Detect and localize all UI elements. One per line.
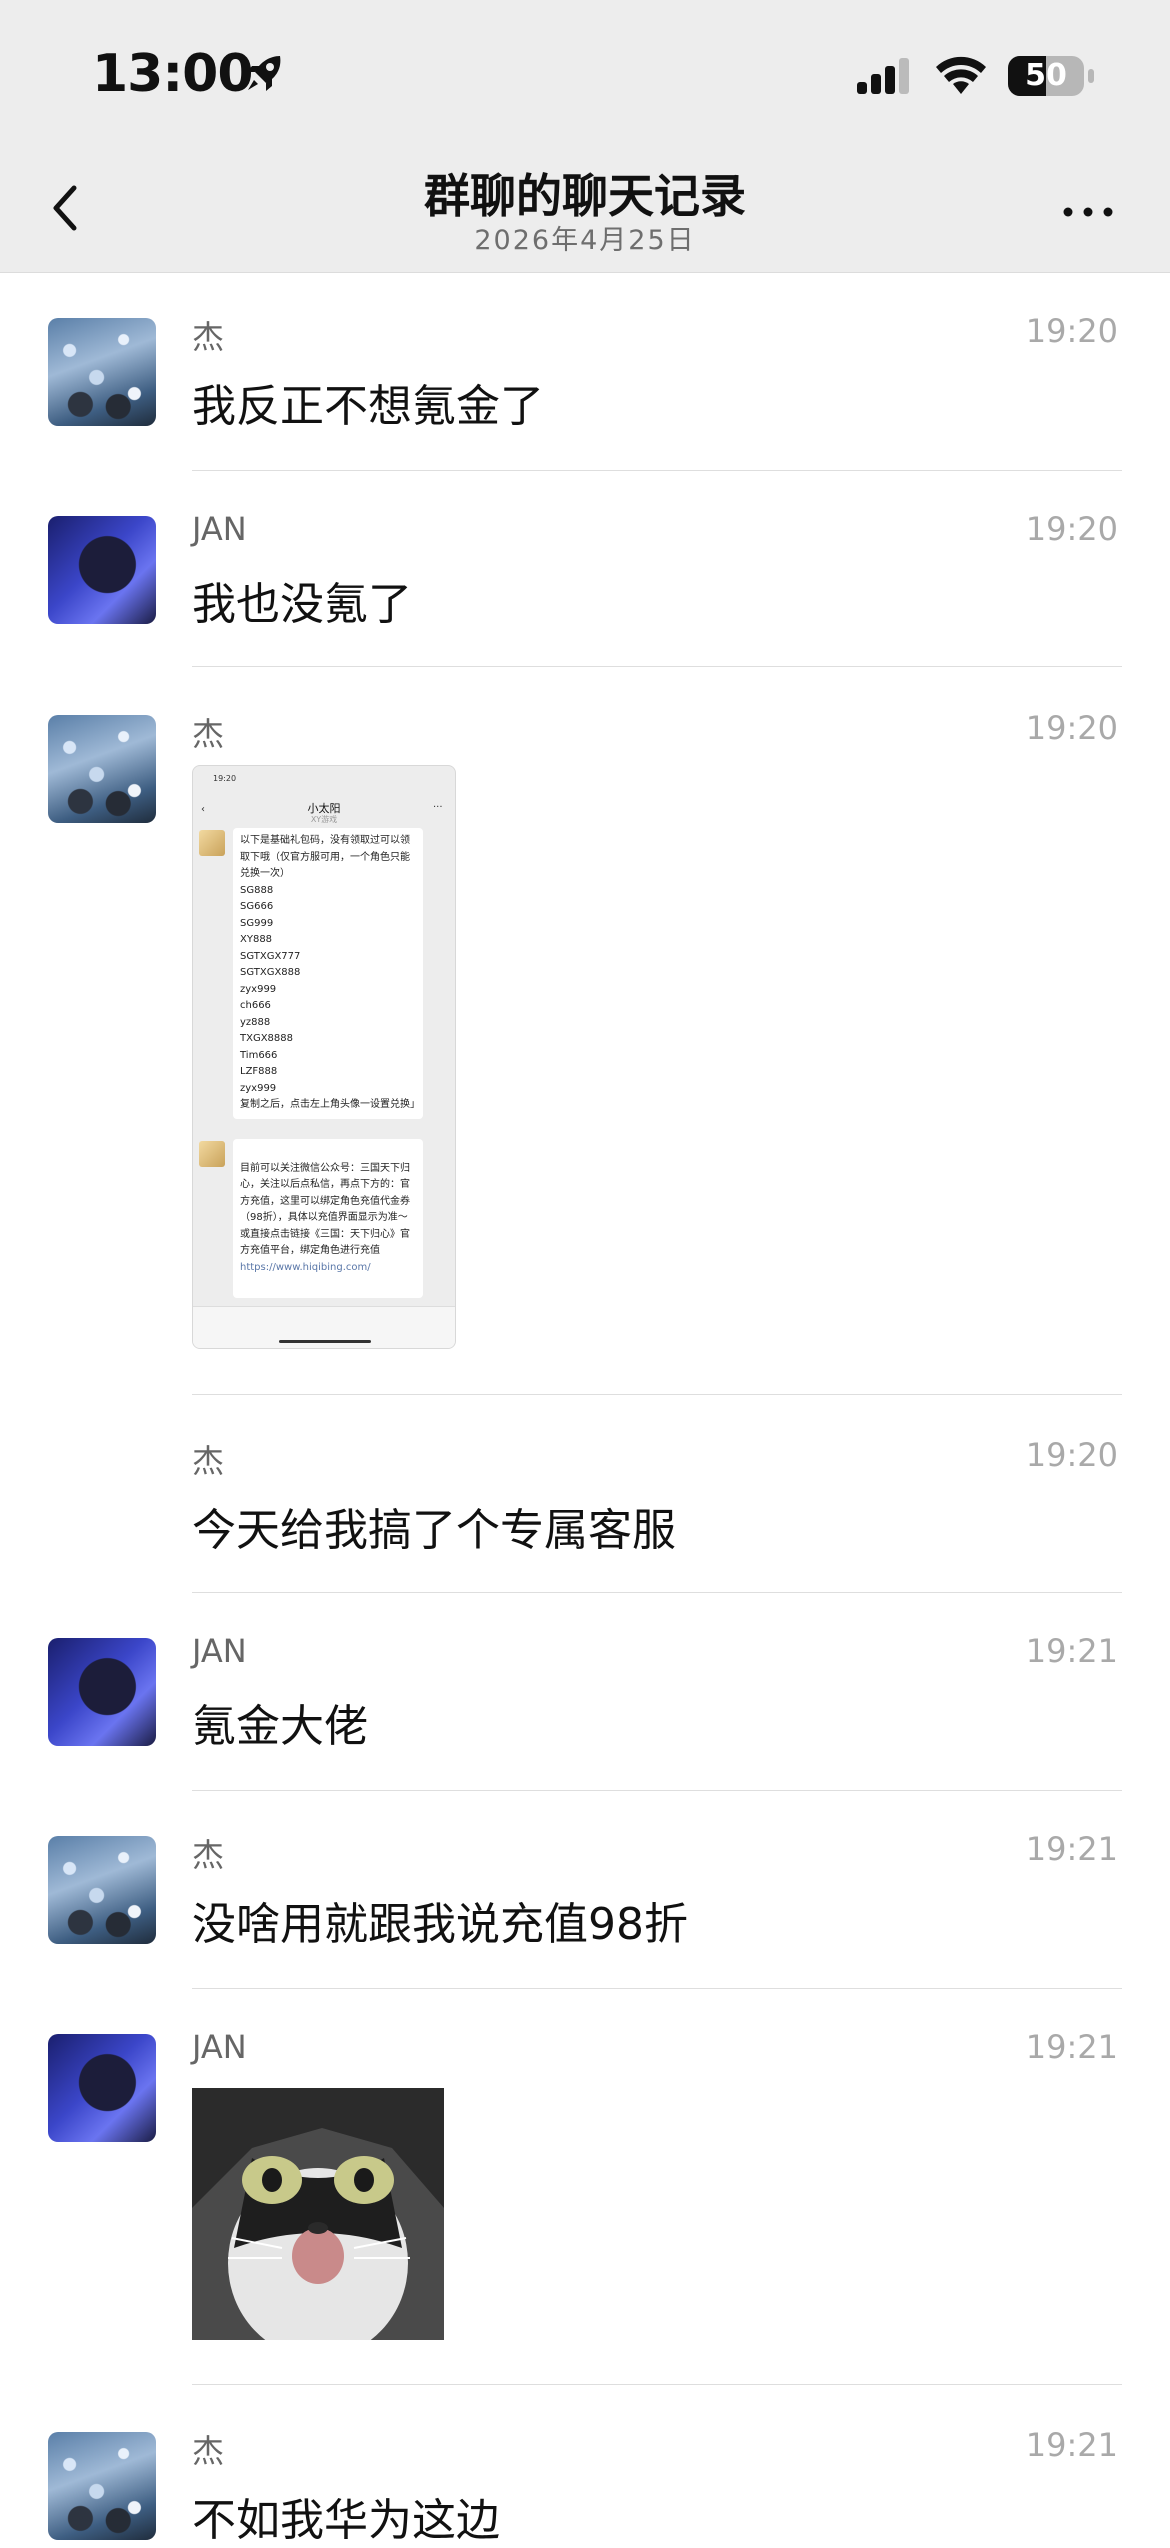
avatar[interactable] (48, 715, 156, 823)
screenshot-bubble: 目前可以关注微信公众号：三国天下归心，关注以后点私信，再点下方的：官方充值，这里… (233, 1139, 423, 1298)
message-time: 19:21 (1025, 1830, 1118, 1868)
chat-date: 2026年4月25日 (474, 225, 696, 256)
message-time: 19:20 (1025, 1436, 1118, 1474)
screenshot-status-bar: 19:20 (213, 774, 237, 783)
divider (192, 2384, 1122, 2385)
screenshot-image[interactable]: 19:20 ‹ 小太阳 XY游戏 ··· 以下是基础礼包码，没有领取过可以领取下… (192, 765, 456, 1349)
divider (192, 1988, 1122, 1989)
screenshot-link: https://www.hiqibing.com/ (240, 1261, 371, 1273)
rocket-icon (247, 56, 281, 91)
divider (192, 1790, 1122, 1791)
divider (192, 1394, 1122, 1395)
message-time: 19:21 (1025, 2028, 1118, 2066)
message-time: 19:21 (1025, 1632, 1118, 1670)
message-text: 氪金大佬 (192, 1701, 368, 1752)
sender-name: 杰 (192, 2432, 225, 2470)
avatar[interactable] (48, 1638, 156, 1746)
divider (192, 470, 1122, 471)
message-text: 没啥用就跟我说充值98折 (192, 1899, 688, 1950)
battery-level: 50 (1025, 58, 1067, 93)
message-text: 不如我华为这边 (192, 2495, 500, 2546)
sender-name: 杰 (192, 318, 225, 356)
more-options-button[interactable] (1058, 202, 1118, 222)
sender-name: 杰 (192, 715, 225, 753)
cat-sticker-image[interactable] (192, 2088, 444, 2340)
avatar[interactable] (48, 318, 156, 426)
avatar[interactable] (48, 1836, 156, 1944)
sender-name: JAN (192, 510, 247, 548)
screenshot-avatar (199, 1141, 225, 1167)
sender-name: JAN (192, 1632, 247, 1670)
message-time: 19:20 (1025, 709, 1118, 747)
message-time: 19:20 (1025, 510, 1118, 548)
message-text: 我也没氪了 (192, 579, 412, 630)
message-text: 今天给我搞了个专属客服 (192, 1505, 676, 1556)
screenshot-subtitle: XY游戏 (310, 815, 338, 824)
signal-icon (857, 58, 909, 94)
cat-face-icon (192, 2088, 444, 2340)
screenshot-home-indicator (279, 1340, 371, 1343)
avatar[interactable] (48, 516, 156, 624)
wifi-icon (936, 56, 986, 94)
message-time: 19:20 (1025, 312, 1118, 350)
avatar[interactable] (48, 2034, 156, 2142)
sender-name: 杰 (192, 1442, 225, 1480)
sender-name: 杰 (192, 1836, 225, 1874)
screenshot-more-icon: ··· (433, 802, 443, 813)
page-title: 群聊的聊天记录 (424, 169, 746, 223)
divider (192, 1592, 1122, 1593)
avatar[interactable] (48, 2432, 156, 2540)
message-time: 19:21 (1025, 2426, 1118, 2464)
message-text: 我反正不想氪金了 (192, 381, 544, 432)
status-bar: 13:00 50 (0, 0, 1170, 150)
screenshot-avatar (199, 830, 225, 856)
sender-name: JAN (192, 2028, 247, 2066)
status-time: 13:00 (92, 44, 254, 104)
nav-header: 群聊的聊天记录 2026年4月25日 (0, 150, 1170, 273)
screenshot-bubble: 以下是基础礼包码，没有领取过可以领取下哦（仅官方服可用，一个角色只能兑换一次） … (233, 828, 423, 1119)
divider (192, 666, 1122, 667)
